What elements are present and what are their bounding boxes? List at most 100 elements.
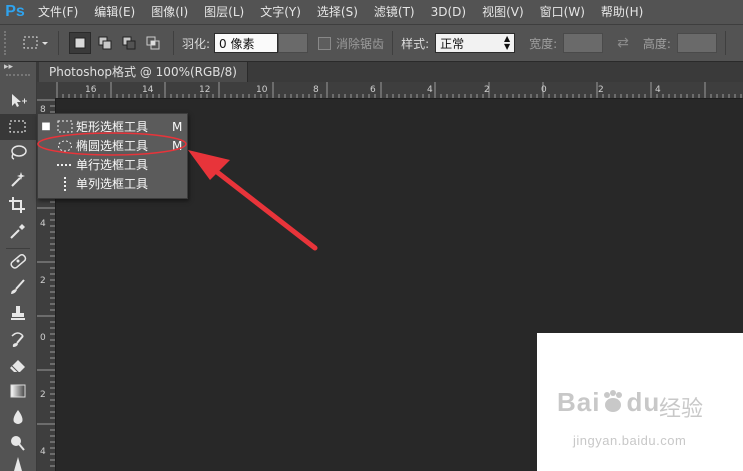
swap-icon[interactable]: ⇄ [617,35,629,51]
marquee-tool[interactable] [0,114,36,140]
flyout-item-label: 单列选框工具 [76,177,149,191]
droplet-icon [13,410,23,424]
options-grip[interactable] [4,31,12,55]
watermark-suffix: 经验 [659,396,704,421]
brush-icon [11,279,25,294]
lasso-tool[interactable] [0,140,36,166]
new-selection-icon [74,37,86,49]
flyout-item-single-column-marquee[interactable]: 单列选框工具 [38,174,187,193]
menu-3d[interactable]: 3D(D) [423,0,474,24]
subtract-from-selection-button[interactable] [119,33,139,53]
rect-marquee-icon [23,36,38,49]
magic-wand-tool[interactable] [0,166,36,192]
ruler-label: 4 [40,447,46,457]
single-column-marquee-icon [54,176,76,192]
dodge-icon [11,436,25,451]
menu-filter[interactable]: 滤镜(T) [366,0,423,24]
lasso-icon [11,145,27,160]
ruler-label: 2 [484,85,490,95]
ellipse-marquee-icon [54,139,76,153]
ruler-label: 16 [85,85,97,95]
divider [58,31,59,55]
options-bar: 羽化: 0 像素 消除锯齿 样式: 正常 ▲ ▼ 宽度: ⇄ 高度: [0,24,743,62]
flyout-item-label: 椭圆选框工具 [76,139,149,153]
horizontal-ruler[interactable]: 16 14 12 10 8 6 4 2 0 2 4 [55,82,743,99]
baidu-paw-icon [600,389,626,415]
gradient-icon [10,384,26,398]
ruler-label: 14 [142,85,154,95]
tool-preset-picker[interactable] [22,35,50,51]
height-input[interactable] [676,33,717,53]
ruler-label: 4 [655,85,661,95]
feather-input-tail[interactable] [278,33,309,53]
menu-type[interactable]: 文字(Y) [252,0,309,24]
flyout-item-label: 单行选框工具 [76,158,149,172]
pen-tool[interactable] [0,456,36,471]
clone-stamp-tool[interactable] [0,300,36,326]
add-to-selection-button[interactable] [95,33,115,53]
antialias-label: 消除锯齿 [336,36,385,51]
divider [724,31,726,55]
stamp-icon [11,306,25,320]
healing-brush-tool[interactable] [0,248,36,274]
new-selection-button[interactable] [69,32,91,54]
width-input[interactable] [563,33,604,53]
add-selection-icon [98,36,112,50]
intersect-selection-icon [146,36,160,50]
selected-bullet-icon: ■ [41,121,51,132]
ruler-label: 4 [427,85,433,95]
eraser-tool[interactable] [0,352,36,378]
document-tab[interactable]: Photoshop格式 @ 100%(RGB/8) [39,62,248,82]
brush-tool[interactable] [0,274,36,300]
intersect-selection-button[interactable] [143,33,163,53]
antialias-checkbox[interactable] [318,36,332,50]
flyout-item-label: 矩形选框工具 [76,120,149,134]
style-select[interactable]: 正常 ▲ ▼ [435,33,516,53]
style-label: 样式: [401,36,430,51]
menu-edit[interactable]: 编辑(E) [86,0,143,24]
panel-collapse-icon[interactable]: ▸▸ [4,62,13,72]
history-brush-icon [11,332,24,347]
feather-label: 羽化: [182,36,211,51]
menu-window[interactable]: 窗口(W) [532,0,593,24]
blur-tool[interactable] [0,404,36,430]
history-brush-tool[interactable] [0,326,36,352]
flyout-item-shortcut: M [172,138,183,153]
flyout-item-single-row-marquee[interactable]: 单行选框工具 [38,155,187,174]
style-select-value: 正常 [440,36,465,51]
eyedropper-tool[interactable] [0,218,36,244]
width-label: 宽度: [529,36,558,51]
menu-view[interactable]: 视图(V) [474,0,532,24]
single-row-marquee-icon [54,158,76,172]
flyout-item-ellipse-marquee[interactable]: 椭圆选框工具 M [38,136,187,155]
menu-layer[interactable]: 图层(L) [196,0,252,24]
divider [392,31,394,55]
menu-file[interactable]: 文件(F) [30,0,86,24]
gradient-tool[interactable] [0,378,36,404]
menu-select[interactable]: 选择(S) [309,0,366,24]
ruler-label: 2 [40,276,46,286]
crop-icon [9,197,25,213]
chevron-down-icon [42,42,48,45]
flyout-item-shortcut: M [172,119,183,134]
ruler-origin[interactable] [37,82,55,98]
bandage-icon [10,254,27,269]
menu-bar: Ps 文件(F) 编辑(E) 图像(I) 图层(L) 文字(Y) 选择(S) 滤… [0,0,743,24]
watermark-brand: Bai du [557,387,661,417]
tools-panel: ▸▸ [0,62,37,471]
feather-input[interactable]: 0 像素 [214,33,279,53]
subtract-selection-icon [122,36,136,50]
ruler-label: 10 [256,85,268,95]
baidu-jingyan-watermark: Bai du 经验 jingyan.baidu.com [537,333,743,471]
menu-image[interactable]: 图像(I) [143,0,196,24]
panel-grip[interactable] [6,74,30,79]
ruler-label: 0 [541,85,547,95]
watermark-url: jingyan.baidu.com [573,433,687,448]
ruler-label: 4 [40,219,46,229]
menu-help[interactable]: 帮助(H) [593,0,651,24]
rect-marquee-icon [9,120,26,133]
flyout-item-rect-marquee[interactable]: ■ 矩形选框工具 M [38,117,187,136]
dodge-tool[interactable] [0,430,36,456]
move-tool[interactable] [0,88,36,114]
crop-tool[interactable] [0,192,36,218]
